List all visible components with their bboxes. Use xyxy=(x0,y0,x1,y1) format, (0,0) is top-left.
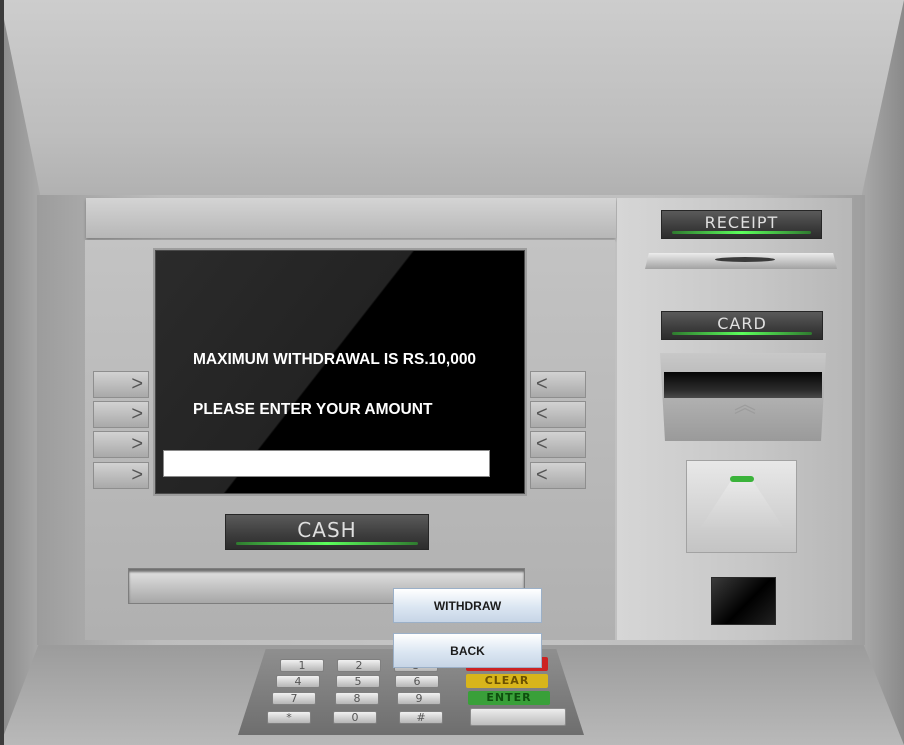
key-6[interactable]: 6 xyxy=(395,675,439,688)
key-7[interactable]: 7 xyxy=(272,692,316,705)
side-button-left-3[interactable]: > xyxy=(93,431,149,458)
atm-hood-ceiling xyxy=(0,0,904,195)
chevron-up-icon: ︽ xyxy=(733,392,756,417)
side-button-left-2[interactable]: > xyxy=(93,401,149,428)
key-blank[interactable] xyxy=(470,708,566,726)
receipt-label: RECEIPT xyxy=(704,213,779,232)
withdraw-button[interactable]: WITHDRAW xyxy=(393,588,542,623)
key-clear[interactable]: CLEAR xyxy=(466,674,548,688)
max-withdrawal-message: MAXIMUM WITHDRAWAL IS RS.10,000 xyxy=(193,351,477,368)
side-button-right-4[interactable]: < xyxy=(530,462,586,489)
screen-top-bezel xyxy=(86,198,616,238)
back-button[interactable]: BACK xyxy=(393,633,542,668)
deposit-led-indicator xyxy=(730,476,754,482)
key-2[interactable]: 2 xyxy=(337,659,381,672)
side-button-right-3[interactable]: < xyxy=(530,431,586,458)
key-9[interactable]: 9 xyxy=(397,692,441,705)
card-label: CARD xyxy=(717,314,767,333)
receipt-label-plate: RECEIPT xyxy=(661,210,822,239)
key-1[interactable]: 1 xyxy=(280,659,324,672)
key-4[interactable]: 4 xyxy=(276,675,320,688)
receipt-led-indicator xyxy=(672,231,811,234)
key-enter[interactable]: ENTER xyxy=(468,691,550,705)
side-button-left-4[interactable]: > xyxy=(93,462,149,489)
side-button-right-1[interactable]: < xyxy=(530,371,586,398)
cash-led-indicator xyxy=(236,542,418,545)
key-hash[interactable]: # xyxy=(399,711,443,724)
side-button-left-1[interactable]: > xyxy=(93,371,149,398)
key-8[interactable]: 8 xyxy=(335,692,379,705)
security-camera xyxy=(711,577,776,625)
card-led-indicator xyxy=(672,332,812,335)
enter-amount-prompt: PLEASE ENTER YOUR AMOUNT xyxy=(193,401,433,418)
amount-input[interactable] xyxy=(163,450,490,477)
receipt-slot-opening xyxy=(715,257,775,262)
side-button-right-2[interactable]: < xyxy=(530,401,586,428)
window-edge xyxy=(0,0,4,745)
key-star[interactable]: * xyxy=(267,711,311,724)
cash-label: CASH xyxy=(297,518,357,542)
key-0[interactable]: 0 xyxy=(333,711,377,724)
card-label-plate: CARD xyxy=(661,311,823,340)
cash-label-plate: CASH xyxy=(225,514,429,550)
key-5[interactable]: 5 xyxy=(336,675,380,688)
